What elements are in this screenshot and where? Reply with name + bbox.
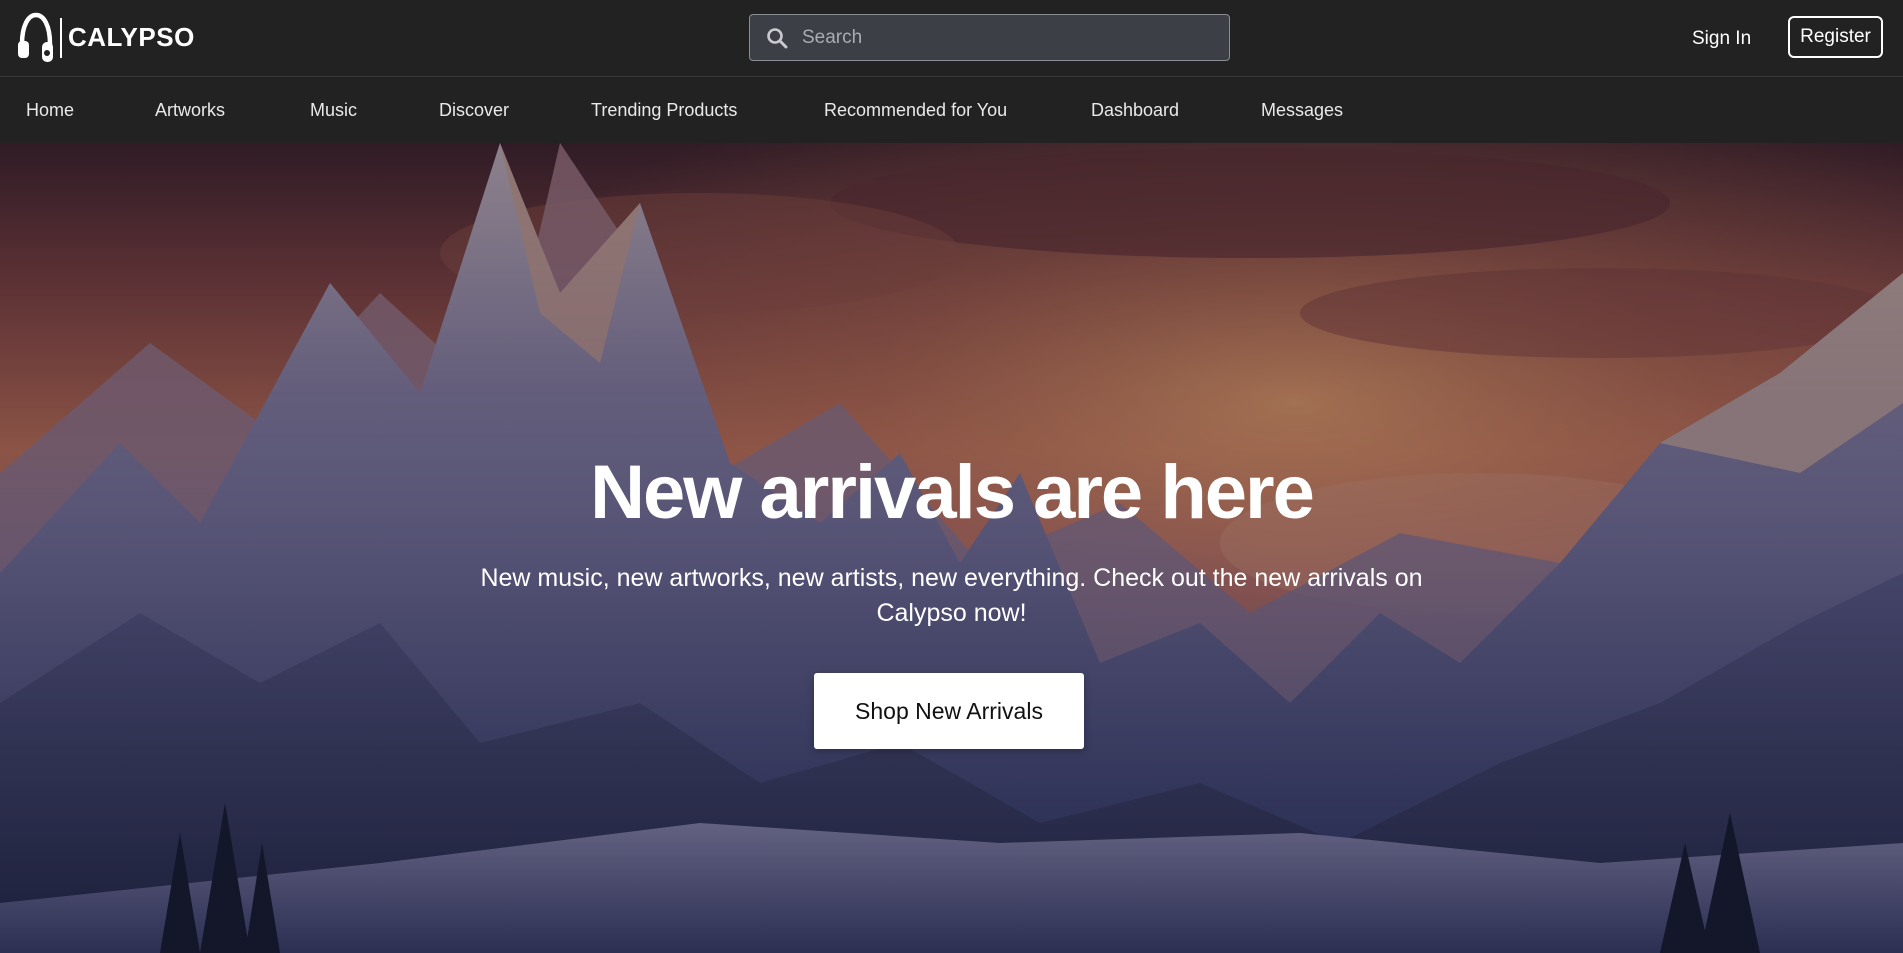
hero-content: New arrivals are here New music, new art… [0,143,1903,953]
brand-logo[interactable]: CALYPSO [16,10,195,65]
nav-item-discover[interactable]: Discover [439,78,509,143]
brand-name: CALYPSO [68,22,195,52]
top-header: CALYPSO Sign In Register [0,0,1903,77]
nav-item-messages[interactable]: Messages [1261,78,1343,143]
nav-item-trending-products[interactable]: Trending Products [591,78,737,143]
nav-item-home[interactable]: Home [26,78,74,143]
logo-divider [60,17,62,58]
nav-item-music[interactable]: Music [310,78,357,143]
search-bar[interactable] [749,14,1230,61]
main-nav: Home Artworks Music Discover Trending Pr… [0,78,1903,143]
sign-in-link[interactable]: Sign In [1692,24,1751,54]
hero-subtitle: New music, new artworks, new artists, ne… [480,564,1423,627]
hero-banner: New arrivals are here New music, new art… [0,143,1903,953]
nav-item-artworks[interactable]: Artworks [155,78,225,143]
hero-title: New arrivals are here [590,450,1315,535]
register-button[interactable]: Register [1788,16,1883,58]
shop-new-arrivals-button[interactable]: Shop New Arrivals [814,673,1084,749]
search-icon [767,27,788,48]
search-input[interactable] [802,15,1229,60]
headphones-icon [18,12,53,62]
nav-item-recommended[interactable]: Recommended for You [824,78,1007,143]
nav-item-dashboard[interactable]: Dashboard [1091,78,1179,143]
